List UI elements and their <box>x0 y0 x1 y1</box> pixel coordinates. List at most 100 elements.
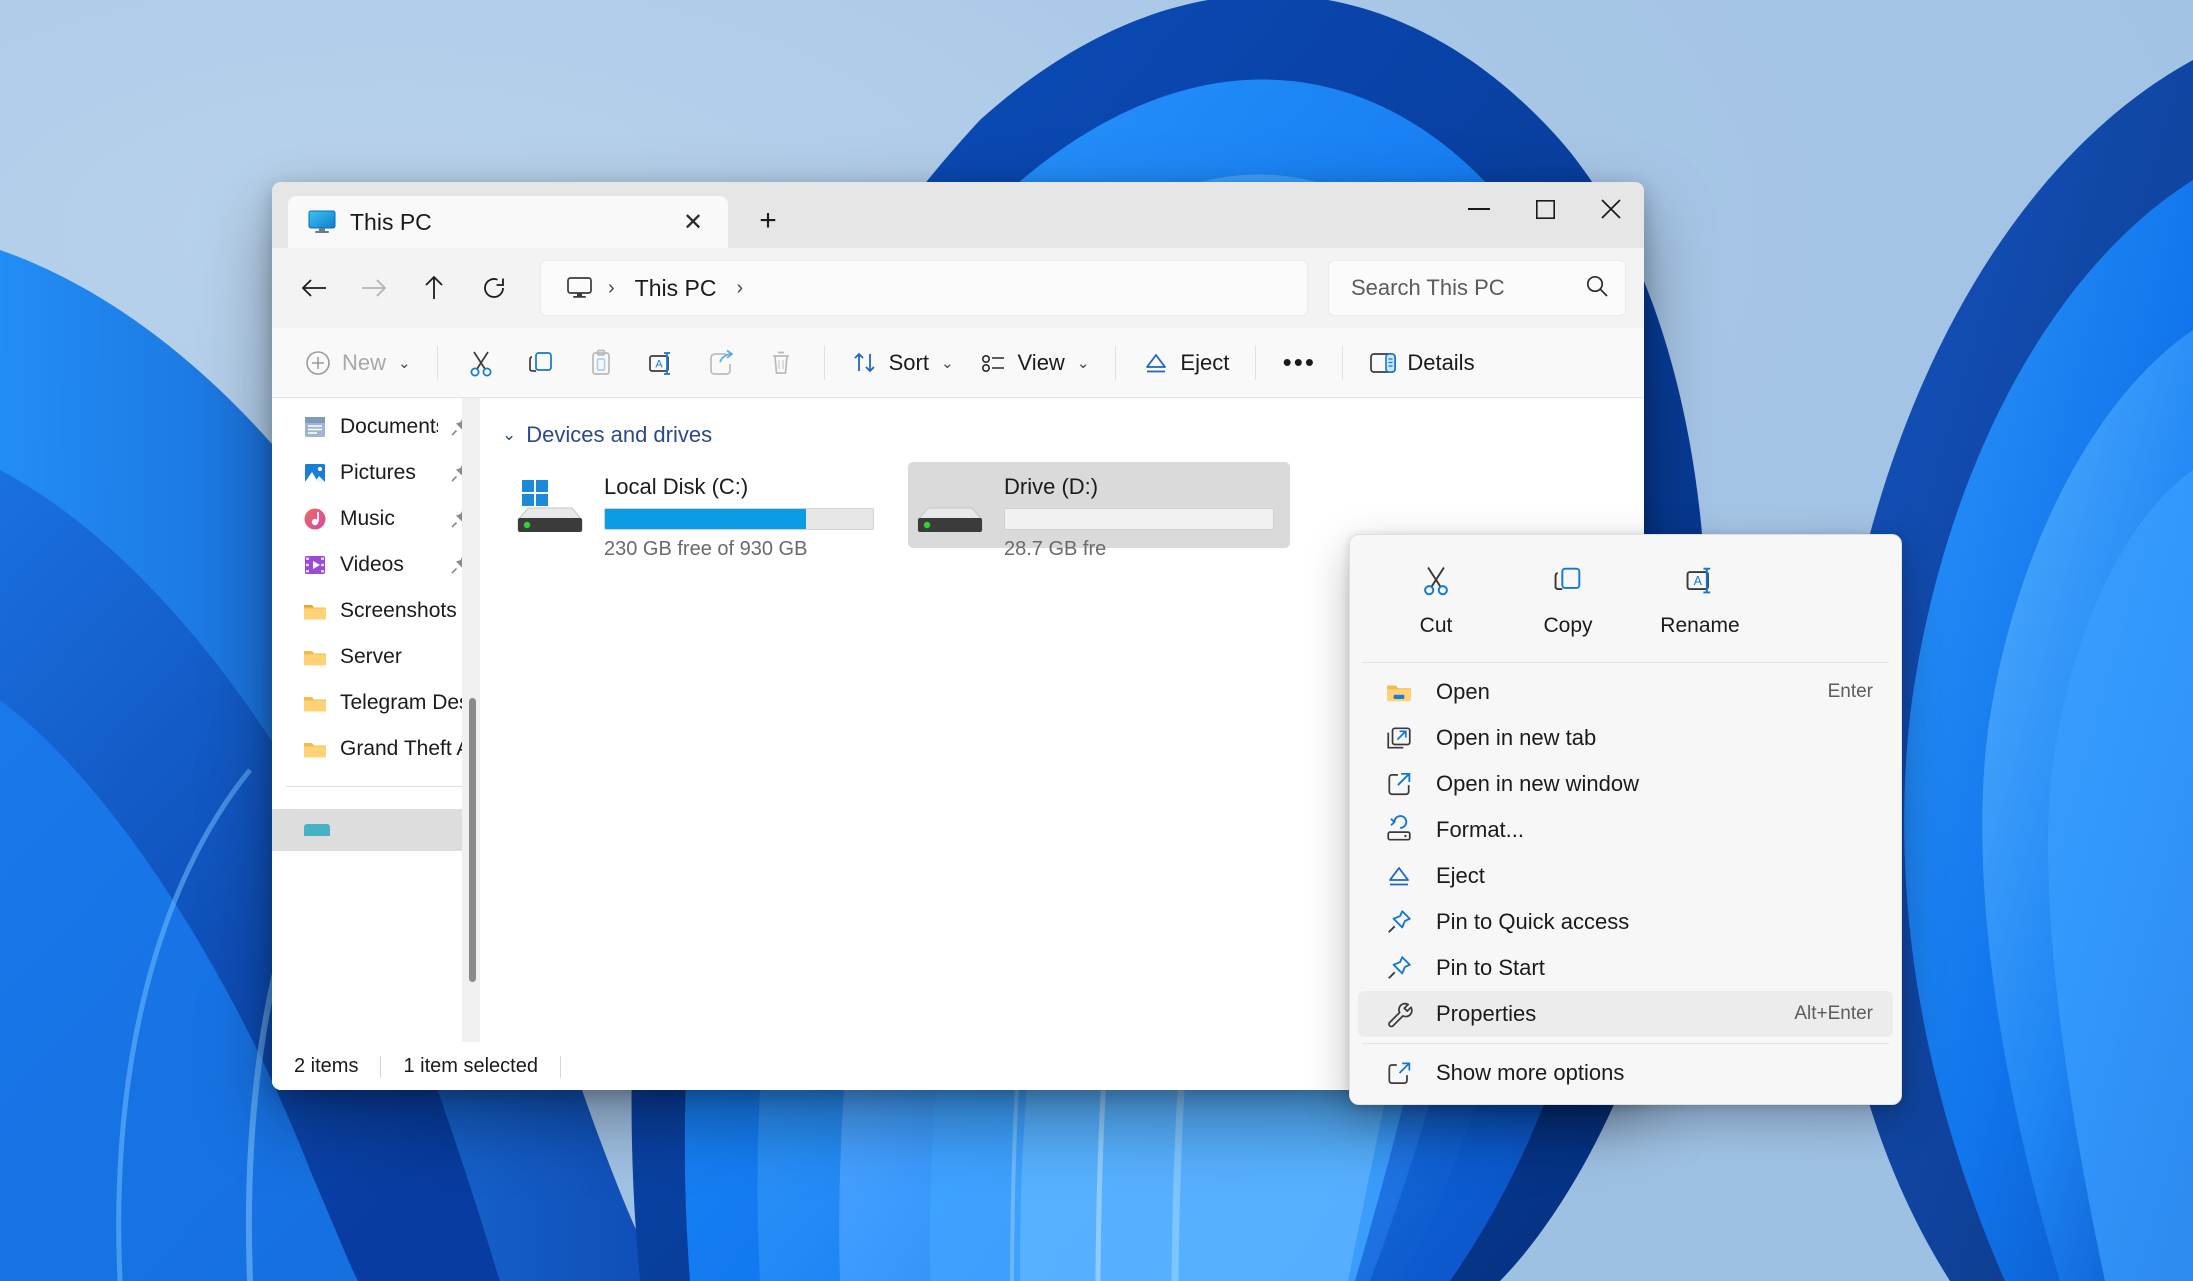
breadcrumb-item-this-pc[interactable]: This PC <box>625 271 727 306</box>
sort-button-label: Sort <box>888 349 929 375</box>
pin-icon <box>1384 953 1414 983</box>
sidebar-divider <box>286 786 464 787</box>
maximize-button[interactable] <box>1512 182 1578 236</box>
context-menu-item-format[interactable]: Format... <box>1358 807 1893 853</box>
search-input[interactable]: Search This PC <box>1328 260 1626 316</box>
drive-name: Drive (D:) <box>1004 474 1099 499</box>
documents-icon <box>302 414 328 440</box>
sidebar-item-label: Videos <box>340 553 404 576</box>
context-menu-copy[interactable]: Copy <box>1528 557 1608 644</box>
new-button[interactable]: New ⌄ <box>292 338 423 388</box>
show-more-options-icon <box>1384 1058 1414 1088</box>
drive-capacity-text: 230 GB free of 930 GB <box>604 538 808 560</box>
sidebar-item-label: Pictures <box>340 461 416 484</box>
svg-text:A: A <box>1694 574 1703 588</box>
drive-item-drive-d[interactable]: Drive (D:) 28.7 GB fre <box>908 462 1290 560</box>
breadcrumb-root-icon[interactable] <box>561 276 598 300</box>
title-bar: This PC ✕ + <box>272 182 1644 248</box>
this-pc-monitor-icon <box>308 210 336 234</box>
context-menu-divider-2 <box>1362 1043 1889 1044</box>
status-divider-2 <box>559 1055 561 1078</box>
toolbar-divider-3 <box>1115 345 1117 380</box>
sidebar-item-telegram-desktop[interactable]: Telegram Desktop <box>272 680 480 726</box>
copy-icon[interactable] <box>512 338 570 388</box>
more-options-button[interactable]: ••• <box>1270 338 1328 388</box>
context-menu-cut[interactable]: Cut <box>1396 557 1476 644</box>
context-menu-item-pin-to-start[interactable]: Pin to Start <box>1358 945 1893 991</box>
tab-title: This PC <box>350 208 432 235</box>
context-menu-item-accel: Alt+Enter <box>1794 1003 1873 1024</box>
sidebar-item-pictures[interactable]: Pictures <box>272 450 480 496</box>
drive-info: Local Disk (C:) 230 GB free of 930 GB <box>604 472 882 561</box>
window-controls <box>1446 182 1644 236</box>
sidebar-item-label: Music <box>340 507 395 530</box>
view-button-label: View <box>1017 349 1065 375</box>
drive-usage-bar <box>604 508 874 530</box>
drive-name: Local Disk (C:) <box>604 474 749 499</box>
group-header-devices-and-drives[interactable]: ⌄ Devices and drives <box>502 422 1644 448</box>
context-menu-item-open[interactable]: Open Enter <box>1358 669 1893 715</box>
folder-icon <box>302 598 328 624</box>
sidebar-item-server[interactable]: Server <box>272 634 480 680</box>
status-selection: 1 item selected <box>403 1055 538 1077</box>
search-icon[interactable] <box>1585 274 1609 303</box>
folder-icon <box>302 690 328 716</box>
eject-button[interactable]: Eject <box>1130 338 1241 388</box>
cut-icon <box>1419 563 1453 602</box>
sidebar-item-music[interactable]: Music <box>272 496 480 542</box>
rename-icon[interactable]: A <box>632 338 690 388</box>
close-button[interactable] <box>1578 182 1644 236</box>
delete-icon <box>752 338 810 388</box>
context-menu-rename[interactable]: A Rename <box>1660 557 1740 644</box>
pictures-icon <box>302 460 328 486</box>
navigation-bar: › This PC › Search This PC <box>272 248 1644 328</box>
sidebar-item-videos[interactable]: Videos <box>272 542 480 588</box>
toolbar-divider-4 <box>1255 345 1257 380</box>
address-bar[interactable]: › This PC › <box>540 260 1308 316</box>
sidebar-item-grand-theft-auto-v[interactable]: Grand Theft Auto V <box>272 726 480 772</box>
new-button-label: New <box>342 349 387 375</box>
context-menu-item-open-in-new-tab[interactable]: Open in new tab <box>1358 715 1893 761</box>
context-menu-item-open-in-new-window[interactable]: Open in new window <box>1358 761 1893 807</box>
more-options-label: ••• <box>1282 347 1316 377</box>
videos-icon <box>302 552 328 578</box>
back-arrow-icon[interactable] <box>286 260 342 316</box>
sidebar-item-label: Telegram Desktop <box>340 691 470 714</box>
minimize-button[interactable] <box>1446 182 1512 236</box>
chevron-down-icon-view: ⌄ <box>1076 354 1090 372</box>
breadcrumb-separator-icon: › <box>608 276 615 299</box>
sort-button[interactable]: Sort ⌄ <box>839 338 966 388</box>
drive-item-local-disk-c[interactable]: Local Disk (C:) 230 GB free of 930 GB <box>508 462 890 560</box>
close-tab-icon[interactable]: ✕ <box>676 205 710 239</box>
context-menu-footer-label: Show more options <box>1436 1060 1625 1085</box>
context-menu-copy-label: Copy <box>1543 614 1593 637</box>
cut-icon[interactable] <box>452 338 510 388</box>
context-menu-item-label: Open in new window <box>1436 771 1640 796</box>
new-tab-button[interactable]: + <box>742 197 794 245</box>
sidebar-scrollbar-thumb[interactable] <box>469 698 476 982</box>
sidebar-item-screenshots[interactable]: Screenshots <box>272 588 480 634</box>
share-icon <box>692 338 750 388</box>
sidebar-item-documents[interactable]: Documents <box>272 404 480 450</box>
toolbar-divider-2 <box>823 345 825 380</box>
refresh-icon[interactable] <box>466 260 522 316</box>
breadcrumb-chevron-icon[interactable]: › <box>730 277 749 300</box>
sidebar-item-partial[interactable] <box>272 809 480 851</box>
sidebar-item-label: Server <box>340 645 402 668</box>
music-icon <box>302 506 328 532</box>
details-pane-button[interactable]: Details <box>1357 338 1486 388</box>
context-menu-item-properties[interactable]: Properties Alt+Enter <box>1358 991 1893 1037</box>
context-menu-item-eject[interactable]: Eject <box>1358 853 1893 899</box>
toolbar-divider-5 <box>1342 345 1344 380</box>
chevron-down-icon-group[interactable]: ⌄ <box>502 425 516 445</box>
sidebar-item-label: Screenshots <box>340 599 457 622</box>
drive-info: Drive (D:) 28.7 GB fre <box>1004 472 1282 561</box>
context-menu-item-show-more-options[interactable]: Show more options <box>1358 1050 1893 1096</box>
toolbar-divider <box>436 345 438 380</box>
up-arrow-icon[interactable] <box>406 260 462 316</box>
view-button[interactable]: View ⌄ <box>968 338 1102 388</box>
tab-this-pc[interactable]: This PC ✕ <box>288 196 728 248</box>
status-items-count: 2 items <box>294 1055 359 1077</box>
context-menu-item-pin-to-quick-access[interactable]: Pin to Quick access <box>1358 899 1893 945</box>
folder-open-icon <box>1384 677 1414 707</box>
